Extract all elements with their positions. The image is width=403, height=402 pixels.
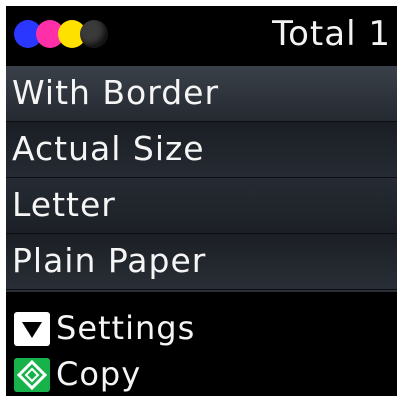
menu-item-paper-size[interactable]: Letter xyxy=(6,178,397,234)
menu-item-label: With Border xyxy=(12,73,220,112)
ink-level-icon xyxy=(14,20,114,50)
menu-item-label: Letter xyxy=(12,185,116,224)
copy-button[interactable]: Copy xyxy=(10,352,390,396)
copy-label: Copy xyxy=(56,355,142,393)
settings-label: Settings xyxy=(56,309,196,347)
total-copies-label: Total 1 xyxy=(272,14,391,54)
action-bar: Settings Copy xyxy=(6,298,397,396)
ink-black-dot xyxy=(80,20,108,48)
menu-item-border[interactable]: With Border xyxy=(6,66,397,122)
menu-item-label: Plain Paper xyxy=(12,241,207,280)
menu-item-paper-type[interactable]: Plain Paper xyxy=(6,234,397,290)
settings-button[interactable]: Settings xyxy=(10,306,390,350)
menu-item-size[interactable]: Actual Size xyxy=(6,122,397,178)
copy-settings-menu: With Border Actual Size Letter Plain Pap… xyxy=(6,66,397,292)
status-bar: Total 1 xyxy=(6,6,397,62)
start-diamond-icon xyxy=(14,358,50,392)
menu-item-label: Actual Size xyxy=(12,129,205,168)
printer-lcd-screen: Total 1 With Border Actual Size Letter P… xyxy=(6,6,397,396)
down-triangle-icon xyxy=(14,312,50,346)
